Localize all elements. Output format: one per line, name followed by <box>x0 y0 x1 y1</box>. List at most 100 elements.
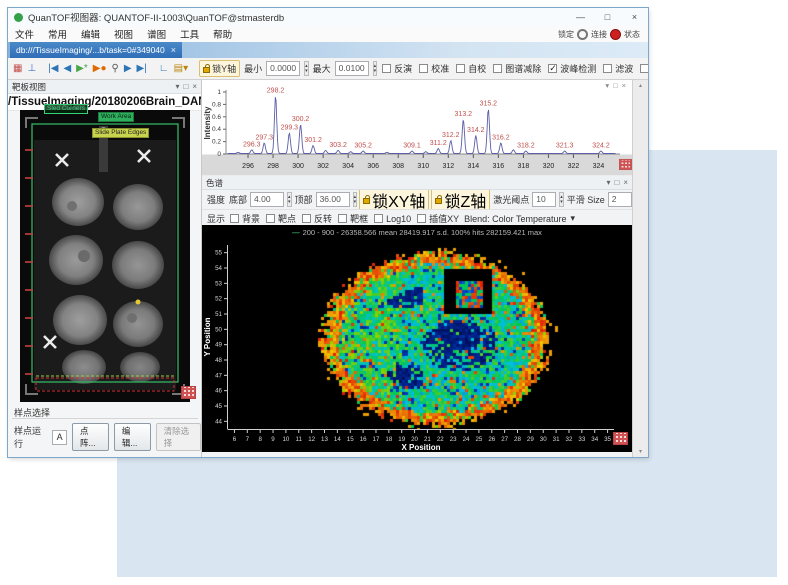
max-value-field[interactable]: 0.0100 <box>335 61 369 76</box>
svg-text:297.3: 297.3 <box>256 134 274 141</box>
menu-item-5[interactable]: 工具 <box>173 27 206 41</box>
close-button[interactable]: × <box>621 8 648 26</box>
cm2-checkbox-4[interactable]: 靶框 <box>338 212 368 225</box>
nav-prev-icon[interactable]: ◀ <box>62 63 72 75</box>
spin-down-icon[interactable]: ▾ <box>288 200 291 205</box>
slide-image[interactable] <box>20 110 190 402</box>
play-skip-icon[interactable]: ▶* <box>75 63 89 75</box>
sample-button-0[interactable]: 点阵... <box>72 423 109 451</box>
play-record-icon[interactable]: ▶● <box>92 63 108 75</box>
svg-text:310: 310 <box>417 163 429 170</box>
cm1-spinner-2[interactable]: ▴▾ <box>287 192 292 207</box>
spin-down-icon[interactable]: ▾ <box>374 69 377 74</box>
panel-menu-button[interactable]: ▾ <box>175 82 179 91</box>
min-value-field[interactable]: 0.0000 <box>266 61 300 76</box>
status-label-1: 连接 <box>591 29 607 40</box>
play-icon[interactable]: ▶ <box>123 63 133 75</box>
toolbar-checkbox-0[interactable]: 反演 <box>382 62 412 75</box>
cm2-checkbox-1[interactable]: 背景 <box>230 212 260 225</box>
spot-grid-icon[interactable]: ▦ <box>12 63 23 75</box>
checkbox-label: Log10 <box>386 214 411 224</box>
scroll-down-icon[interactable]: ▾ <box>633 448 648 455</box>
checkbox-label: 波峰检测 <box>560 62 596 75</box>
maximize-button[interactable]: □ <box>594 8 621 26</box>
menu-item-3[interactable]: 视图 <box>107 27 140 41</box>
cm1-lock-6[interactable]: 锁Z轴 <box>431 190 490 210</box>
tab-close-icon[interactable]: × <box>171 45 176 55</box>
scroll-up-icon[interactable]: ▴ <box>633 82 648 89</box>
sample-run-value[interactable]: A <box>52 430 67 445</box>
panel-float-button[interactable]: □ <box>614 178 619 187</box>
svg-text:18: 18 <box>385 436 392 443</box>
sample-run-row: 样点运行 A 点阵...编辑...清除选择 <box>14 423 201 451</box>
target-panel-title: 靶板视图 <box>12 81 46 93</box>
max-spinner[interactable]: ▴▾ <box>373 61 378 76</box>
cm2-checkbox-3[interactable]: 反转 <box>302 212 332 225</box>
svg-text:49: 49 <box>215 342 222 349</box>
svg-text:55: 55 <box>215 250 222 257</box>
orientation-icon[interactable]: ⊥ <box>26 63 37 75</box>
cm1-spinner-8[interactable]: ▴▾ <box>559 192 564 207</box>
spin-down-icon[interactable]: ▾ <box>354 200 357 205</box>
lock-y-axis-toggle[interactable]: 锁Y轴 <box>199 60 240 77</box>
svg-text:7: 7 <box>246 436 250 443</box>
toolbar-checkbox-5[interactable]: 滤波 <box>603 62 633 75</box>
toolbar-checkbox-3[interactable]: 图谱减除 <box>493 62 541 75</box>
svg-text:321.3: 321.3 <box>556 143 574 150</box>
panel-close-button[interactable]: × <box>623 178 628 187</box>
layout-menu-icon[interactable]: ▤▾ <box>173 63 189 75</box>
mass-spectrum[interactable]: 10.80.60.40.20Intensity29629830030230430… <box>202 80 632 176</box>
cm2-checkbox-5[interactable]: Log10 <box>374 214 411 224</box>
svg-text:0.2: 0.2 <box>212 139 221 146</box>
svg-text:14: 14 <box>334 436 341 443</box>
panel-menu-button[interactable]: ▾ <box>606 178 610 187</box>
cm1-field-8[interactable]: 10 <box>532 192 556 207</box>
menu-item-1[interactable]: 常用 <box>41 27 74 41</box>
spot-grid-mini-icon[interactable] <box>181 386 196 399</box>
cm2-checkbox-6[interactable]: 插值XY <box>417 212 459 225</box>
panel-float-button[interactable]: □ <box>183 82 188 91</box>
window-title: QuanTOF视图器: QUANTOF-II-1003\QuanTOF@stma… <box>28 10 284 24</box>
sample-buttons: 点阵...编辑...清除选择 <box>72 423 201 451</box>
cm2-checkbox-2[interactable]: 靶点 <box>266 212 296 225</box>
toolbar-checkbox-1[interactable]: 校准 <box>419 62 449 75</box>
spin-down-icon[interactable]: ▾ <box>560 200 563 205</box>
panel-close-button[interactable]: × <box>622 81 626 90</box>
svg-text:27: 27 <box>501 436 508 443</box>
cm1-spinner-4[interactable]: ▴▾ <box>353 192 358 207</box>
svg-text:309.1: 309.1 <box>403 143 421 150</box>
spin-down-icon[interactable]: ▾ <box>305 69 308 74</box>
cm1-lock-5[interactable]: 锁XY轴 <box>359 190 429 210</box>
menu-item-2[interactable]: 编辑 <box>74 27 107 41</box>
menu-item-0[interactable]: 文件 <box>8 27 41 41</box>
cm2-label-7: Blend: Color Temperature <box>464 214 566 224</box>
sample-button-1[interactable]: 编辑... <box>114 423 151 451</box>
minimize-button[interactable]: — <box>567 8 594 26</box>
toolbar-checkbox-4[interactable]: 波峰检测 <box>548 62 596 75</box>
svg-text:318.2: 318.2 <box>517 143 535 150</box>
svg-text:33: 33 <box>578 436 585 443</box>
search-icon[interactable]: ⚲ <box>111 63 120 75</box>
cm1-field-4[interactable]: 36.00 <box>316 192 350 207</box>
padlock-icon <box>203 67 210 73</box>
toolbar-checkbox-6[interactable]: 基线校正 <box>640 62 648 75</box>
panel-float-button[interactable]: □ <box>613 81 618 90</box>
panel-close-button[interactable]: × <box>192 82 197 91</box>
blend-dropdown-caret-icon[interactable]: ▾ <box>571 213 576 224</box>
svg-text:314: 314 <box>467 163 479 170</box>
menu-item-6[interactable]: 帮助 <box>206 27 239 41</box>
menu-item-4[interactable]: 谱图 <box>140 27 173 41</box>
scrollbar[interactable]: ▴ ▾ <box>632 80 648 457</box>
document-tab[interactable]: db:///TissueImaging/...b/task=0#349040 × <box>10 42 182 58</box>
nav-last-icon[interactable]: ▶| <box>136 63 148 75</box>
nav-first-icon[interactable]: |◀ <box>47 63 59 75</box>
min-spinner[interactable]: ▴▾ <box>304 61 309 76</box>
toolbar-checkbox-2[interactable]: 自校 <box>456 62 486 75</box>
cm1-field-2[interactable]: 4.00 <box>250 192 284 207</box>
heatmap-corner-icon[interactable] <box>613 432 628 445</box>
panel-menu-button[interactable]: ▾ <box>605 81 609 90</box>
cm1-field-10[interactable]: 2 <box>608 192 632 207</box>
svg-text:25: 25 <box>475 436 482 443</box>
spectrum-corner-icon[interactable] <box>619 159 632 170</box>
chart-axes-icon[interactable]: ∟ <box>158 63 170 75</box>
